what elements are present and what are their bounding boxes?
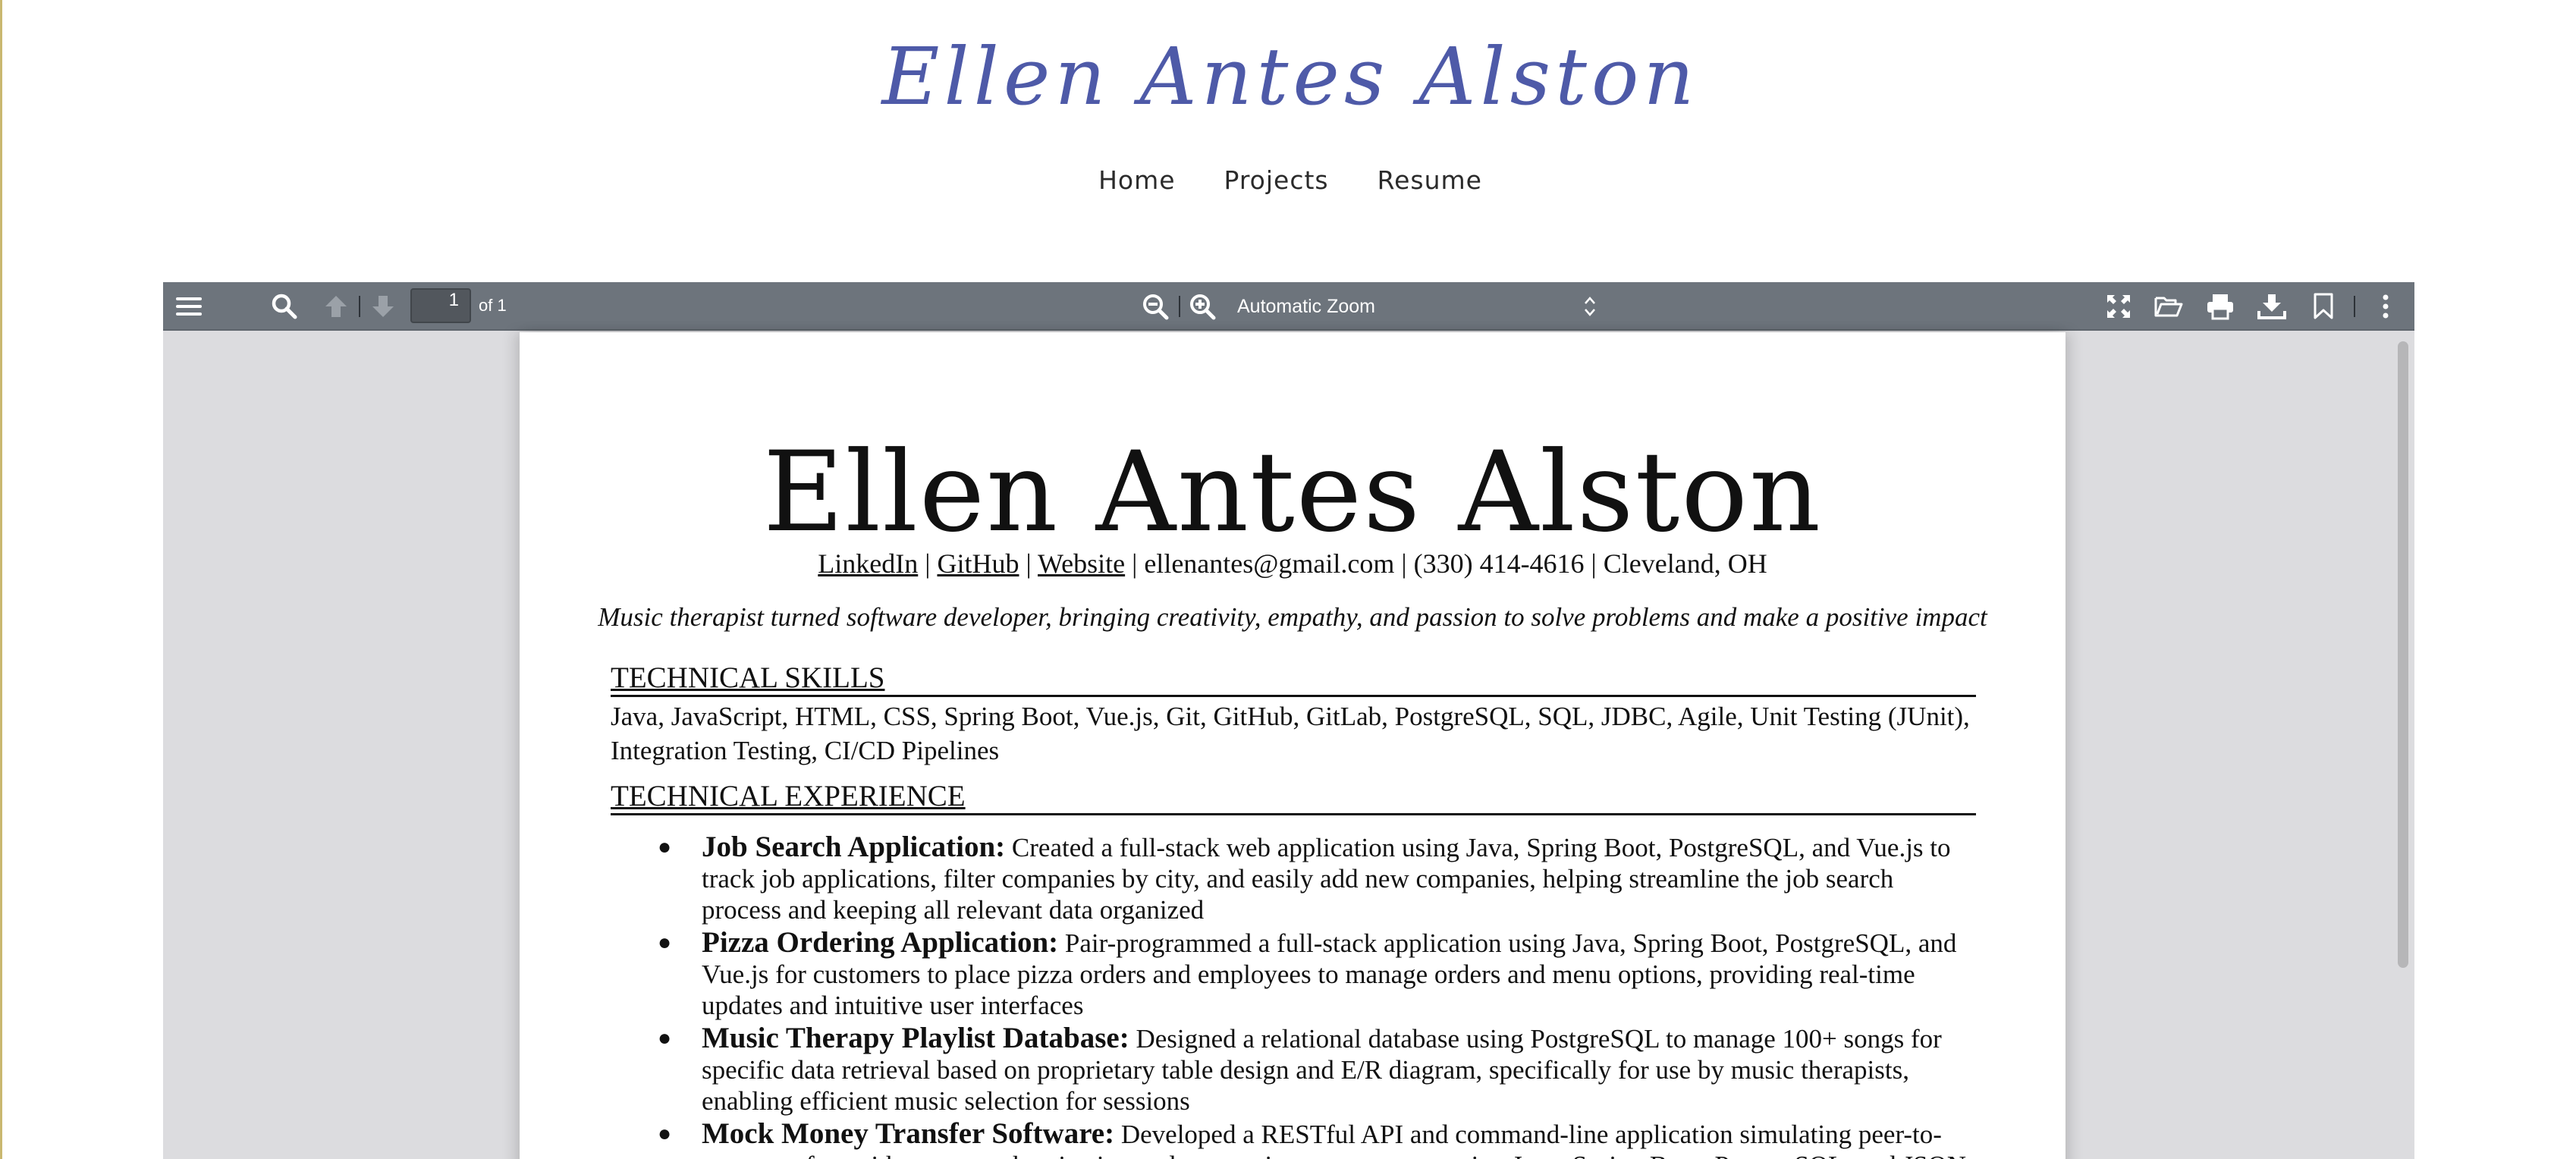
- site-logo[interactable]: Ellen Antes Alston: [2, 30, 2576, 123]
- skills-heading: TECHNICAL SKILLS: [611, 661, 1976, 697]
- arrow-up-icon[interactable]: [321, 291, 351, 322]
- bullet: ●: [658, 930, 672, 955]
- experience-item: ● Pizza Ordering Application: Pair-progr…: [611, 927, 1976, 1021]
- toolbar-separator: [2354, 296, 2355, 317]
- contact-details: | ellenantes@gmail.com | (330) 414-4616 …: [1132, 548, 1767, 579]
- print-icon[interactable]: [2205, 291, 2235, 322]
- open-folder-icon[interactable]: [2153, 291, 2184, 322]
- zoom-select[interactable]: Automatic Zoom: [1237, 288, 1612, 325]
- skills-line: Integration Testing, CI/CD Pipelines: [611, 736, 1000, 765]
- experience-title: Music Therapy Playlist Database:: [702, 1022, 1129, 1054]
- search-icon[interactable]: [269, 291, 300, 322]
- fullscreen-icon[interactable]: [2103, 291, 2134, 322]
- experience-text: keeping all relevant data organized: [833, 895, 1205, 925]
- experience-text: transfers with secure authentication and…: [754, 1151, 1966, 1159]
- select-arrows-icon: [1582, 295, 1598, 318]
- bullet: ●: [658, 1026, 672, 1051]
- resume-name: Ellen Antes Alston: [762, 428, 1823, 557]
- nav-resume-link[interactable]: Resume: [1378, 165, 1482, 195]
- skills-line: Java, JavaScript, HTML, CSS, Spring Boot…: [611, 702, 1970, 731]
- contact-separator: |: [925, 548, 938, 579]
- pdf-page: Ellen Antes Alston LinkedIn | GitHub | W…: [520, 332, 2066, 1159]
- resume-contact-line: LinkedIn | GitHub | Website | ellenantes…: [520, 548, 2066, 580]
- more-vertical-icon[interactable]: [2370, 291, 2401, 322]
- experience-item: ● Job Search Application: Created a full…: [611, 831, 1976, 925]
- nav-projects-link[interactable]: Projects: [1224, 165, 1329, 195]
- site-nav: Home Projects Resume: [2, 165, 2576, 195]
- zoom-out-icon[interactable]: [1140, 291, 1170, 322]
- experience-item: ● Music Therapy Playlist Database: Desig…: [611, 1022, 1976, 1117]
- download-icon[interactable]: [2257, 291, 2287, 322]
- pdf-viewer: 1 of 1 Automatic Zoom Ellen Antes Alston…: [163, 282, 2414, 1159]
- vertical-scrollbar[interactable]: [2392, 332, 2414, 1159]
- bookmark-icon[interactable]: [2308, 291, 2339, 322]
- resume-tagline: Music therapist turned software develope…: [598, 602, 1987, 632]
- experience-heading: TECHNICAL EXPERIENCE: [611, 780, 1976, 815]
- experience-title: Job Search Application:: [702, 831, 1006, 863]
- experience-text: data retrieval based on proprietary tabl…: [702, 1055, 1909, 1116]
- experience-item: ● Mock Money Transfer Software: Develope…: [611, 1118, 1976, 1159]
- page-number-input[interactable]: 1: [410, 288, 471, 323]
- contact-separator: |: [1026, 548, 1032, 579]
- toolbar-separator: [359, 296, 360, 317]
- toolbar-separator: [1179, 296, 1180, 317]
- experience-title: Pizza Ordering Application:: [702, 926, 1059, 959]
- bullet: ●: [658, 834, 672, 859]
- experience-heading-text: TECHNICAL EXPERIENCE: [611, 780, 966, 812]
- experience-title: Mock Money Transfer Software:: [702, 1117, 1115, 1150]
- bullet: ●: [658, 1121, 672, 1146]
- nav-home-link[interactable]: Home: [1098, 165, 1175, 195]
- scrollbar-thumb[interactable]: [2398, 341, 2408, 968]
- experience-list: ● Job Search Application: Created a full…: [611, 831, 1976, 1159]
- pdf-toolbar: 1 of 1 Automatic Zoom: [163, 282, 2414, 331]
- github-link[interactable]: GitHub: [937, 548, 1019, 579]
- website-link[interactable]: Website: [1038, 548, 1125, 579]
- zoom-select-value: Automatic Zoom: [1237, 295, 1376, 317]
- linkedin-link[interactable]: LinkedIn: [818, 548, 918, 579]
- pdf-page-area[interactable]: Ellen Antes Alston LinkedIn | GitHub | W…: [163, 332, 2414, 1159]
- zoom-in-icon[interactable]: [1187, 291, 1217, 322]
- experience-text: music selection for sessions: [894, 1086, 1190, 1116]
- experience-text: intuitive user interfaces: [834, 991, 1084, 1020]
- skills-heading-text: TECHNICAL SKILLS: [611, 661, 885, 694]
- page-count-label: of 1: [479, 296, 507, 315]
- skills-text: Java, JavaScript, HTML, CSS, Spring Boot…: [611, 699, 1976, 768]
- arrow-down-icon[interactable]: [368, 291, 398, 322]
- sidebar-toggle-icon[interactable]: [174, 291, 204, 322]
